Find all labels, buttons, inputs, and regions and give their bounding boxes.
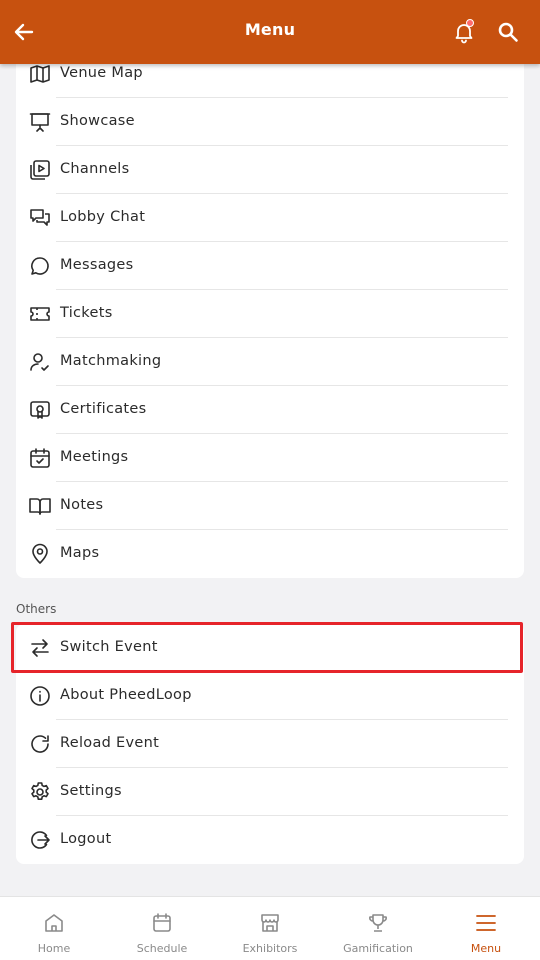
menu-card: Venue Map Showcase Channels Lobby Chat M… (16, 40, 524, 578)
app-header: Menu (0, 0, 540, 64)
menu-item-label: Maps (60, 545, 100, 561)
others-card: Switch Event About PheedLoop Reload Even… (16, 624, 524, 864)
user-check-icon (30, 353, 49, 371)
tab-label: Home (37, 942, 71, 955)
booth-icon (261, 914, 279, 932)
menu-item-label: Switch Event (60, 639, 158, 655)
certificate-icon (30, 401, 50, 419)
menu-item-label: Venue Map (60, 65, 143, 81)
menu-item-label: Messages (60, 257, 134, 273)
chat-bubbles-icon (30, 209, 50, 226)
menu-item-channels[interactable]: Channels (16, 146, 524, 194)
menu-item-messages[interactable]: Messages (16, 242, 524, 290)
book-open-icon (29, 498, 51, 515)
menu-item-logout[interactable]: Logout (16, 816, 524, 864)
tab-label: Gamification (343, 942, 413, 955)
tab-home[interactable]: Home (0, 897, 108, 960)
tab-label: Exhibitors (242, 942, 298, 955)
tab-label: Menu (470, 942, 502, 955)
menu-item-label: Logout (60, 831, 112, 847)
tab-exhibitors[interactable]: Exhibitors (216, 897, 324, 960)
menu-item-reload-event[interactable]: Reload Event (16, 720, 524, 768)
menu-item-label: About PheedLoop (60, 687, 192, 703)
calendar-check-icon (30, 448, 50, 468)
menu-item-label: Settings (60, 783, 122, 799)
tab-menu[interactable]: Menu (432, 897, 540, 960)
menu-item-maps[interactable]: Maps (16, 530, 524, 578)
map-pin-icon (32, 543, 48, 564)
notification-dot (466, 19, 474, 27)
menu-item-label: Notes (60, 497, 104, 513)
ticket-icon (30, 307, 50, 321)
info-icon (30, 686, 50, 706)
reload-icon (31, 735, 49, 753)
map-icon (30, 65, 50, 83)
trophy-icon (369, 914, 387, 932)
menu-item-notes[interactable]: Notes (16, 482, 524, 530)
tab-label: Schedule (136, 942, 188, 955)
menu-item-label: Reload Event (60, 735, 160, 751)
tab-schedule[interactable]: Schedule (108, 897, 216, 960)
menu-item-label: Tickets (60, 305, 113, 321)
menu-item-settings[interactable]: Settings (16, 768, 524, 816)
menu-item-matchmaking[interactable]: Matchmaking (16, 338, 524, 386)
logout-icon (31, 831, 50, 849)
menu-item-label: Showcase (60, 113, 135, 129)
menu-item-label: Matchmaking (60, 353, 162, 369)
presentation-icon (29, 113, 51, 132)
menu-item-about[interactable]: About PheedLoop (16, 672, 524, 720)
menu-item-certificates[interactable]: Certificates (16, 386, 524, 434)
menu-item-switch-event[interactable]: Switch Event (16, 624, 524, 672)
switch-arrows-icon (31, 639, 49, 657)
menu-item-label: Certificates (60, 401, 147, 417)
video-playlist-icon (30, 160, 50, 180)
gear-icon (31, 782, 49, 800)
menu-item-label: Channels (60, 161, 130, 177)
section-title-others: Others (16, 602, 57, 616)
tab-gamification[interactable]: Gamification (324, 897, 432, 960)
menu-item-label: Meetings (60, 449, 129, 465)
menu-item-showcase[interactable]: Showcase (16, 98, 524, 146)
calendar-icon (153, 913, 171, 932)
search-icon[interactable] (496, 20, 520, 44)
hamburger-menu-icon (476, 915, 496, 931)
bottom-nav: Home Schedule Exhibitors Gamification Me… (0, 896, 540, 960)
home-icon (45, 914, 63, 932)
menu-item-meetings[interactable]: Meetings (16, 434, 524, 482)
message-circle-icon (31, 257, 49, 275)
menu-item-lobby-chat[interactable]: Lobby Chat (16, 194, 524, 242)
menu-item-label: Lobby Chat (60, 209, 146, 225)
menu-item-tickets[interactable]: Tickets (16, 290, 524, 338)
